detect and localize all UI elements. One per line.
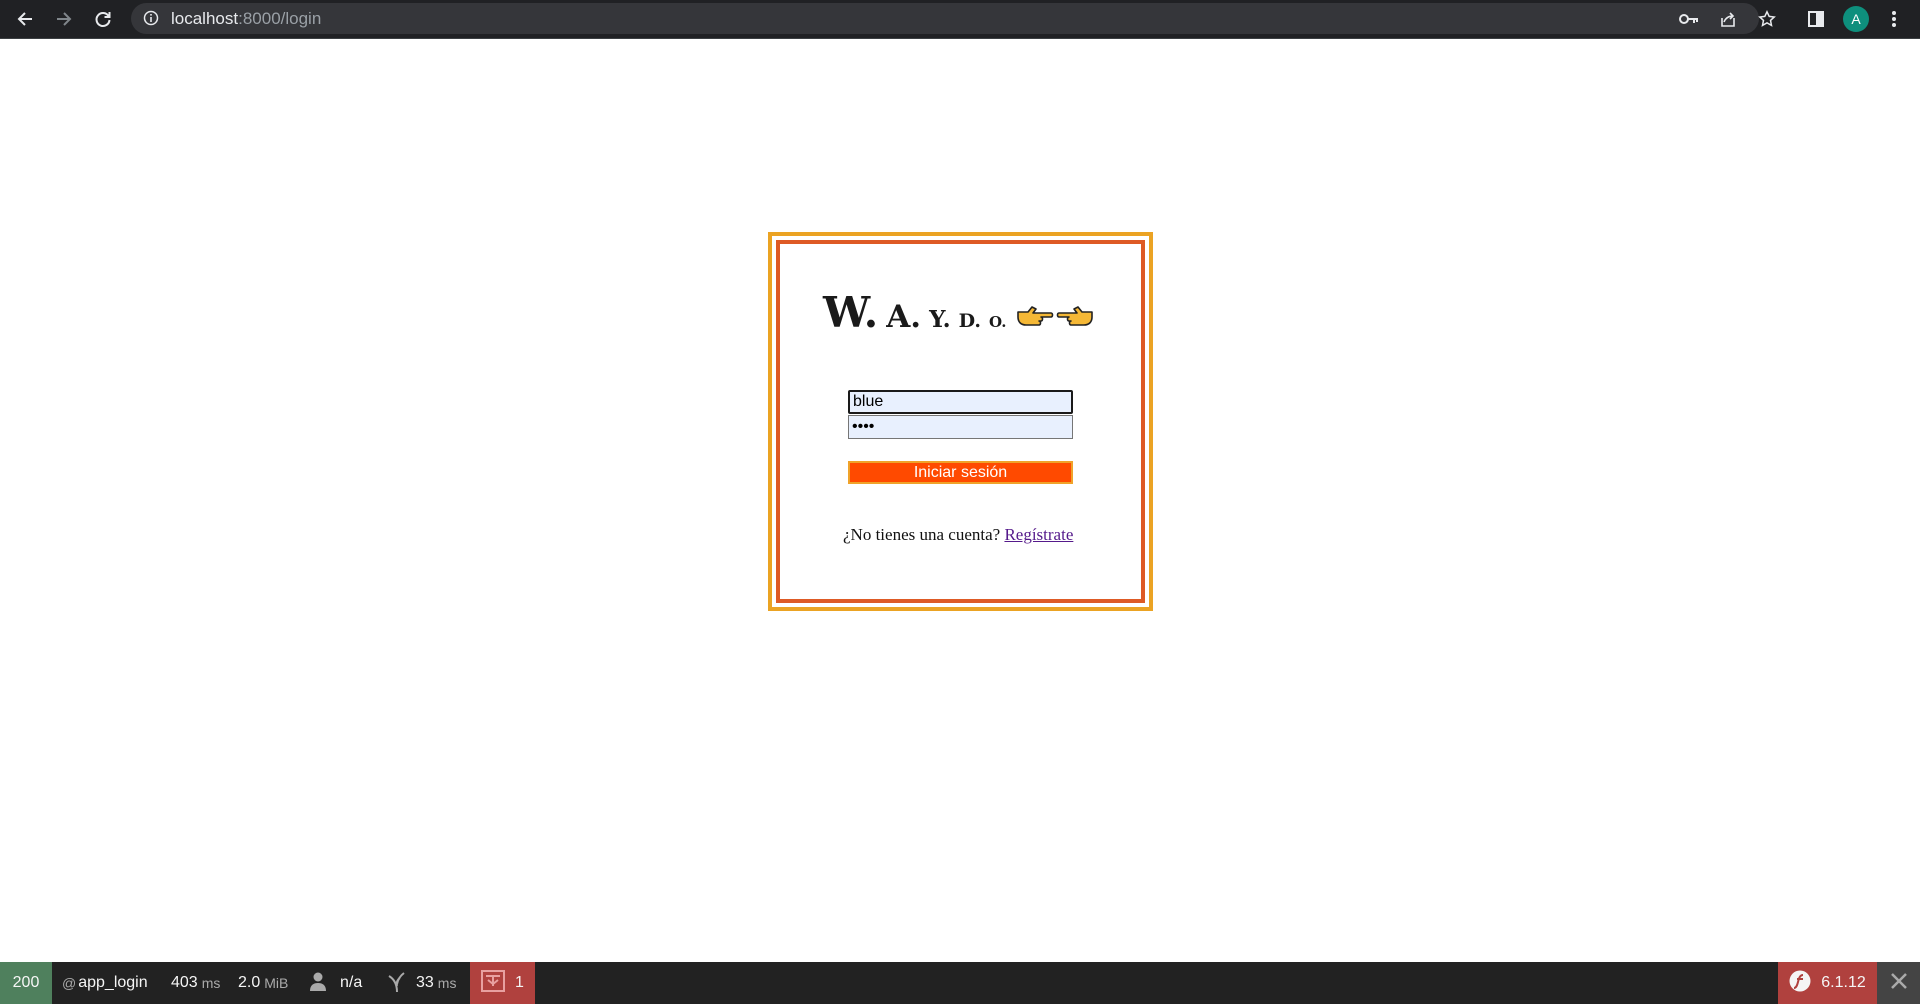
memory-info[interactable]: 2.0 MiB (238, 962, 288, 1004)
twig-icon (388, 970, 406, 997)
route-info[interactable]: @ app_login (62, 962, 148, 1004)
info-icon[interactable] (143, 10, 159, 26)
logo-letter-d: D. (958, 310, 981, 332)
error-count: 1 (515, 974, 524, 991)
memory-value: 2.0 (238, 974, 261, 991)
username-input[interactable] (848, 390, 1073, 414)
signup-prompt-text: ¿No tienes una cuenta? (843, 525, 1001, 544)
close-icon (1890, 972, 1907, 994)
time-value: 403 (171, 974, 198, 991)
url-text: localhost:8000/login (171, 9, 322, 28)
login-button[interactable]: Iniciar sesión (848, 461, 1073, 484)
user-info[interactable]: n/a (309, 962, 362, 1004)
user-icon (309, 971, 327, 996)
status-code: 200 (12, 974, 40, 991)
status-code-badge[interactable]: 200 (0, 962, 52, 1004)
pointing-right-hand-icon (1017, 306, 1054, 326)
symfony-logo-icon (1789, 970, 1811, 997)
reload-icon[interactable] (91, 7, 115, 31)
logo-letter-y: Y. (929, 306, 951, 333)
password-input[interactable] (848, 415, 1073, 439)
time-info[interactable]: 403 ms (171, 962, 220, 1004)
browser-toolbar: localhost:8000/login A (0, 0, 1920, 39)
symfony-version[interactable]: 6.1.12 (1778, 962, 1877, 1004)
profile-avatar[interactable]: A (1843, 6, 1869, 32)
user-value: n/a (340, 974, 363, 991)
app-logo: W. A. Y. D. O. (823, 288, 1014, 338)
route-name: app_login (78, 974, 148, 991)
pointing-left-hand-icon (1056, 306, 1093, 326)
logo-hands (1016, 300, 1096, 335)
star-icon[interactable] (1757, 9, 1777, 29)
address-bar[interactable]: localhost:8000/login (131, 3, 1776, 34)
close-toolbar-button[interactable] (1877, 962, 1920, 1004)
symfony-debug-toolbar: 200 @ app_login 403 ms 2.0 MiB n/a 33 ms… (0, 962, 1920, 1004)
back-arrow-icon[interactable] (13, 7, 37, 31)
kebab-menu-icon[interactable] (1882, 7, 1906, 31)
error-icon (481, 969, 506, 997)
forward-arrow-icon[interactable] (52, 7, 76, 31)
signup-prompt: ¿No tienes una cuenta? Regístrate (843, 525, 1073, 545)
logo-letter-a: A. (886, 299, 922, 335)
side-panel-icon[interactable] (1804, 7, 1828, 31)
logo-letter-o: O. (989, 313, 1007, 331)
twig-time: 33 (416, 974, 434, 991)
twig-info[interactable]: 33 ms (388, 962, 456, 1004)
signup-link[interactable]: Regístrate (1004, 525, 1073, 544)
errors-panel[interactable]: 1 (470, 962, 535, 1004)
logo-letter-w: W. (823, 288, 879, 337)
key-icon[interactable] (1679, 9, 1699, 29)
share-icon[interactable] (1718, 9, 1738, 29)
